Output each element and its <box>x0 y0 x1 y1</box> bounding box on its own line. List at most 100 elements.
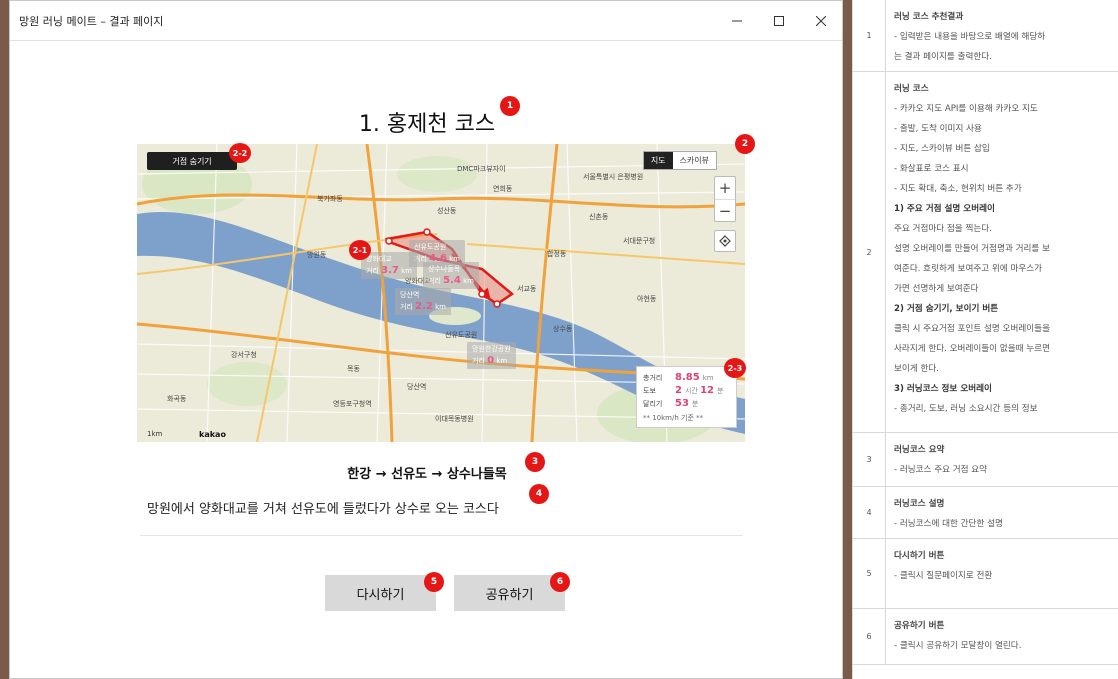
spec-line: 주요 거점마다 점을 찍는다. <box>894 224 992 234</box>
waypoint-distance-label: 거리 <box>400 303 413 311</box>
spec-line: - 화살표로 코스 표시 <box>894 164 969 174</box>
waypoint-overlay[interactable]: 양화대교 거리 3.7 km <box>361 252 417 279</box>
waypoint-distance: 0 <box>487 355 495 366</box>
info-run-unit: 분 <box>691 400 699 408</box>
info-walk-row: 도보 2 시간 12 분 <box>643 385 730 398</box>
spec-line: 사라지게 한다. 오버레이들이 없을때 누르면 <box>894 344 1050 354</box>
place-label: 아현동 <box>637 295 657 303</box>
spec-line: 러닝 코스 추천결과 <box>894 12 964 22</box>
place-label: 상수동 <box>553 325 573 333</box>
place-label: 목동 <box>347 365 360 373</box>
place-label: 신촌동 <box>589 213 609 221</box>
zoom-out-button[interactable]: − <box>715 199 735 221</box>
waypoint-unit: km <box>401 267 412 275</box>
minimize-icon <box>732 20 742 22</box>
place-label: 강서구청 <box>231 351 257 359</box>
waypoint-distance-label: 거리 <box>366 267 379 275</box>
spec-line: 2) 거점 숨기기, 보이기 버튼 <box>894 304 999 314</box>
waypoint-distance-label: 거리 <box>428 277 441 285</box>
spec-row: 5 다시하기 버튼 - 클릭시 질문페이지로 전환 <box>853 539 1118 609</box>
spec-line: 클릭 시 주요거점 포인트 설명 오버레이들을 <box>894 324 1050 334</box>
map-type-skyview-button[interactable]: 스카이뷰 <box>672 152 716 169</box>
close-button[interactable] <box>800 1 842 41</box>
waypoint-overlay[interactable]: 상수나들목 거리 5.4 km <box>423 262 479 289</box>
info-run-minutes: 53 <box>675 398 689 409</box>
zoom-in-button[interactable]: + <box>715 177 735 199</box>
annotation-badge: 6 <box>550 572 570 592</box>
spec-row-number: 6 <box>853 609 886 664</box>
spec-row-body: 러닝코스 설명 - 러닝코스에 대한 간단한 설명 <box>894 494 1115 534</box>
maximize-icon <box>774 16 784 26</box>
info-walk-minutes-unit: 분 <box>717 387 724 395</box>
waypoint-overlay[interactable]: 망원한강공원 거리 0 km <box>467 342 516 369</box>
info-total-label: 총거리 <box>643 374 663 382</box>
spec-row: 3 러닝코스 요약 - 러닝코스 주요 거점 요약 <box>853 433 1118 487</box>
spec-row-number: 1 <box>853 0 886 71</box>
close-icon <box>816 16 826 26</box>
waypoint-distance: 3.7 <box>381 265 399 276</box>
course-info-overlay: 총거리 8.85 km 도보 2 시간 12 분 달리기 53 분 ** 10k… <box>636 366 737 428</box>
info-walk-hours: 2 <box>675 385 682 396</box>
waypoint-name: 당산역 <box>400 291 420 299</box>
spec-line: - 출발, 도착 이미지 사용 <box>894 124 982 134</box>
annotation-badge: 4 <box>529 484 549 504</box>
minimize-button[interactable] <box>716 1 758 41</box>
place-label: 화곡동 <box>167 395 187 403</box>
spec-line: 여준다. 흐릿하게 보여주고 위에 마우스가 <box>894 264 1043 274</box>
share-button[interactable]: 공유하기 <box>454 575 565 611</box>
place-label: 당산역 <box>407 383 427 391</box>
window-controls <box>716 1 842 41</box>
spec-row-number: 5 <box>853 539 886 608</box>
spec-line: - 지도, 스카이뷰 버튼 삽입 <box>894 144 990 154</box>
spec-line: - 클릭시 공유하기 모달창이 열린다. <box>894 641 1022 651</box>
waypoint-name: 상수나들목 <box>428 265 461 273</box>
spec-line: 러닝코스 설명 <box>894 499 945 509</box>
annotation-badge: 1 <box>500 96 520 116</box>
retry-button[interactable]: 다시하기 <box>325 575 436 611</box>
zoom-control: + − <box>714 176 736 222</box>
spec-row-body: 러닝코스 요약 - 러닝코스 주요 거점 요약 <box>894 440 1115 480</box>
spec-line: 가면 선명하게 보여준다 <box>894 284 979 294</box>
crosshair-icon <box>719 235 731 247</box>
map-scale: 1km <box>147 430 163 438</box>
spec-line: 3) 러닝코스 정보 오버레이 <box>894 384 992 394</box>
place-label: 서대문구청 <box>623 237 656 245</box>
spec-line: 보이게 한다. <box>894 364 939 374</box>
annotation-badge: 3 <box>525 452 545 472</box>
place-label: 영등포구청역 <box>333 400 372 408</box>
spec-line: 공유하기 버튼 <box>894 621 945 631</box>
course-map[interactable]: DMC파크뷰자이 서울특별시 은평병원 북가좌동 성산동 합정동 망원동 양화대… <box>137 144 745 442</box>
spec-table: 1 러닝 코스 추천결과 - 입력받은 내용을 바탕으로 배열에 해당하 는 결… <box>852 0 1118 679</box>
annotation-badge: 2-1 <box>349 240 371 260</box>
place-label: 북가좌동 <box>317 195 343 203</box>
spec-row-number: 2 <box>853 72 886 432</box>
map-type-map-button[interactable]: 지도 <box>643 152 673 169</box>
place-label: DMC파크뷰자이 <box>457 165 506 173</box>
place-label: 서교동 <box>517 285 537 293</box>
waypoint-toggle-button[interactable]: 거점 숨기기 <box>147 152 237 170</box>
maximize-button[interactable] <box>758 1 800 41</box>
waypoint-name: 선유도공원 <box>414 243 447 251</box>
app-window: 망원 러닝 메이트 – 결과 페이지 1. 홍제천 코스 DMC파크뷰자이 서울… <box>9 0 843 679</box>
waypoint-distance: 5.4 <box>443 275 461 286</box>
current-location-button[interactable] <box>714 230 736 252</box>
course-title: 1. 홍제천 코스 <box>358 112 496 137</box>
info-note: ** 10km/h 기준 ** <box>643 414 704 422</box>
spec-line: - 카카오 지도 API를 이용해 카카오 지도 <box>894 104 1038 114</box>
kakao-logo: kakao <box>199 430 226 439</box>
waypoint-distance: 2.2 <box>415 301 433 312</box>
annotation-badge: 2 <box>735 134 755 154</box>
info-walk-minutes: 12 <box>700 385 715 396</box>
title-bar: 망원 러닝 메이트 – 결과 페이지 <box>10 1 842 41</box>
place-label: 성산동 <box>437 207 457 215</box>
waypoint-overlay[interactable]: 당산역 거리 2.2 km <box>395 288 451 315</box>
spec-row-body: 공유하기 버튼 - 클릭시 공유하기 모달창이 열린다. <box>894 616 1115 656</box>
waypoint-unit: km <box>496 357 508 365</box>
info-run-row: 달리기 53 분 <box>643 398 730 411</box>
info-walk-label: 도보 <box>643 387 656 395</box>
spec-row: 1 러닝 코스 추천결과 - 입력받은 내용을 바탕으로 배열에 해당하 는 결… <box>853 0 1118 72</box>
info-walk-hours-unit: 시간 <box>684 387 698 395</box>
divider <box>140 535 743 536</box>
spec-line: 는 결과 페이지를 출력한다. <box>894 52 992 62</box>
annotation-badge: 5 <box>424 572 444 592</box>
